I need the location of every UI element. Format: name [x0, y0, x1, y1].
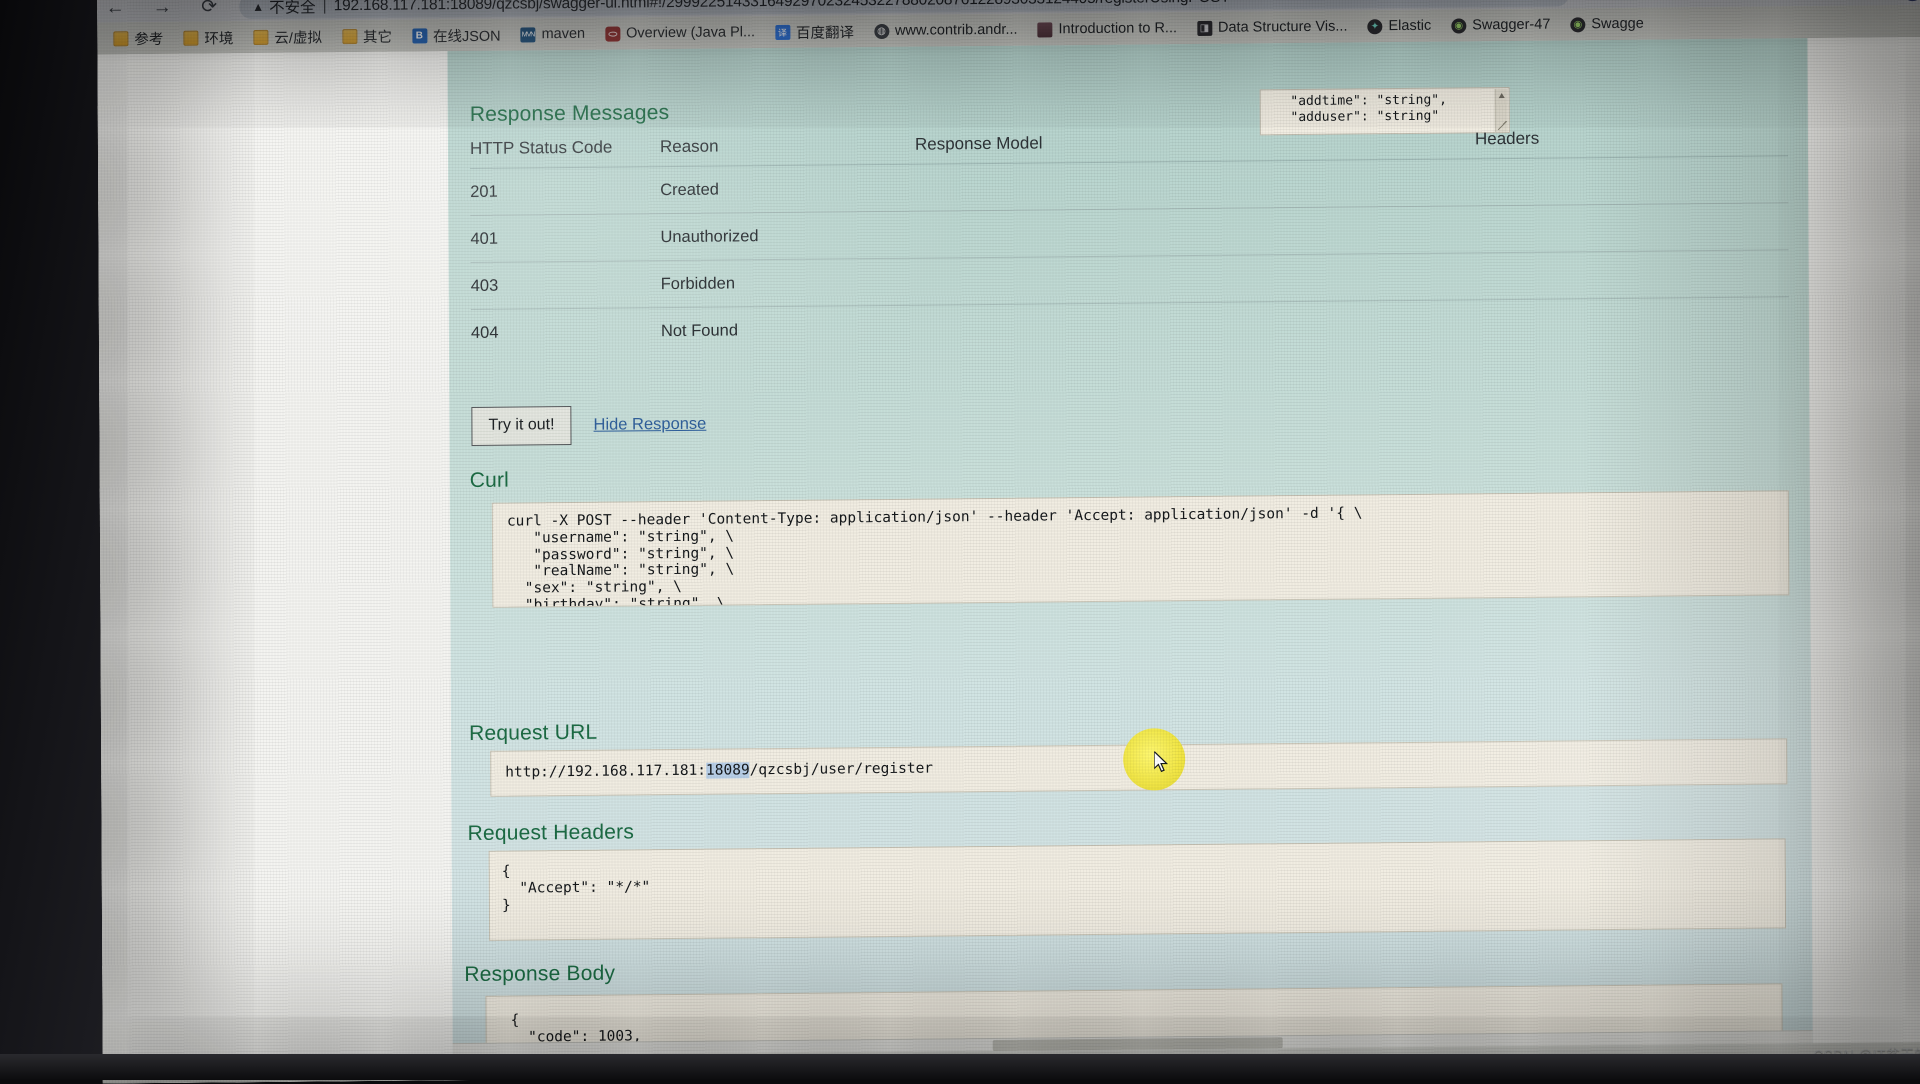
- bookmark-item[interactable]: Overview (Java Pl...: [595, 19, 765, 47]
- response-body-title: Response Body: [464, 962, 615, 987]
- cell-response-model: [916, 253, 1476, 305]
- folder-icon: [342, 29, 357, 44]
- cell-response-model: [916, 300, 1476, 352]
- warning-triangle-icon: ▲: [252, 0, 264, 14]
- cell-response-model: [915, 206, 1475, 258]
- page-right-gutter: [1807, 37, 1920, 1067]
- request-url-port-selected: 18089: [706, 762, 750, 778]
- bookmark-item[interactable]: Introduction to R...: [1027, 15, 1187, 43]
- java-icon: [605, 26, 620, 41]
- room-background-left: [0, 0, 112, 1080]
- bookmark-item[interactable]: 环境: [173, 24, 243, 51]
- bookmark-item[interactable]: B 在线JSON: [402, 22, 511, 49]
- bookmark-label: Elastic: [1388, 18, 1431, 34]
- column-headers: Headers: [1475, 126, 1788, 159]
- cell-reason: Created: [660, 164, 915, 213]
- photo-of-screen: ← → ⟳ ▲ 不安全 | 192.168.117.181:18089/qzcs…: [0, 0, 1920, 1080]
- cell-headers: [1475, 156, 1788, 206]
- cell-status-code: 404: [471, 308, 661, 356]
- bookmark-label: 环境: [204, 27, 233, 48]
- curl-command-block[interactable]: curl -X POST --header 'Content-Type: app…: [492, 490, 1789, 607]
- request-url-prefix: http://192.168.117.181:: [505, 763, 706, 781]
- maven-icon: MVN: [521, 27, 536, 42]
- profile-avatar[interactable]: w: [1902, 0, 1920, 1]
- cell-headers: [1475, 203, 1788, 253]
- baidu-icon: 译: [775, 24, 790, 39]
- bookmark-item[interactable]: ◨ Data Structure Vis...: [1187, 13, 1358, 41]
- curl-title: Curl: [470, 469, 509, 493]
- bookmark-label: 云/虚拟: [274, 26, 322, 47]
- omnibox-separator: |: [323, 0, 327, 15]
- globe-icon: ◍: [874, 23, 889, 38]
- swagger-icon: ◉: [1570, 17, 1585, 32]
- bookmark-label: Data Structure Vis...: [1218, 19, 1348, 36]
- cell-status-code: 403: [471, 261, 661, 310]
- cell-response-model: [915, 159, 1475, 211]
- cell-reason: Forbidden: [661, 258, 916, 307]
- bookmark-item[interactable]: ✦ Elastic: [1357, 13, 1441, 40]
- operation-actions: Try it out! Hide Response: [471, 405, 706, 446]
- bookmark-label: 在线JSON: [433, 24, 501, 46]
- bookmark-label: 参考: [134, 27, 163, 48]
- hide-response-link[interactable]: Hide Response: [593, 415, 706, 435]
- column-http-status-code: HTTP Status Code: [470, 137, 660, 168]
- bookmark-item[interactable]: 译 百度翻译: [765, 18, 864, 45]
- folder-icon: [113, 31, 128, 46]
- arrow-left-icon[interactable]: ←: [103, 0, 127, 20]
- cell-headers: [1476, 250, 1789, 300]
- browser-window: ← → ⟳ ▲ 不安全 | 192.168.117.181:18089/qzcs…: [97, 0, 1920, 1084]
- cast-icon[interactable]: ▣: [1752, 0, 1768, 1]
- request-url-title: Request URL: [469, 721, 597, 746]
- bookmark-label: Swagger-47: [1472, 17, 1550, 34]
- bookmark-label: www.contrib.andr...: [895, 22, 1018, 39]
- try-it-out-button[interactable]: Try it out!: [471, 406, 571, 446]
- cell-headers: [1476, 297, 1789, 347]
- response-messages-table: HTTP Status Code Reason Response Model H…: [470, 126, 1789, 356]
- bookmark-item[interactable]: 参考: [103, 25, 173, 52]
- bookmark-item[interactable]: 其它: [332, 23, 402, 50]
- bookmark-label: 百度翻译: [796, 21, 854, 43]
- cell-status-code: 401: [470, 214, 660, 263]
- elastic-icon: ✦: [1367, 19, 1382, 34]
- request-url-suffix: /qzcsbj/user/register: [750, 761, 933, 779]
- desk-edge: [0, 1054, 1920, 1080]
- bookmark-label: Introduction to R...: [1058, 20, 1177, 37]
- navigation-buttons: ← → ⟳: [97, 0, 221, 20]
- bookmark-item[interactable]: 云/虚拟: [243, 23, 332, 50]
- cell-status-code: 201: [470, 167, 660, 216]
- response-messages-section: Response Messages HTTP Status Code Reaso…: [470, 90, 1789, 356]
- request-headers-title: Request Headers: [468, 820, 635, 846]
- bookmark-label: Swagge: [1591, 16, 1643, 33]
- swagger-icon: ◉: [1451, 18, 1466, 33]
- folder-icon: [183, 30, 198, 45]
- bookmark-item[interactable]: ◍ www.contrib.andr...: [864, 17, 1028, 45]
- page-content: "addtime": "string", "adduser": "string"…: [97, 37, 1920, 1084]
- bookmark-label: 其它: [363, 25, 392, 46]
- request-headers-block[interactable]: { "Accept": "*/*" }: [489, 838, 1786, 940]
- book-icon: [1037, 22, 1052, 37]
- folder-icon: [253, 29, 268, 44]
- cell-reason: Not Found: [661, 305, 916, 354]
- column-reason: Reason: [660, 135, 915, 167]
- reload-icon[interactable]: ⟳: [197, 0, 221, 19]
- arrow-right-icon[interactable]: →: [150, 0, 174, 20]
- cell-reason: Unauthorized: [660, 211, 915, 260]
- page-left-gutter: [97, 51, 452, 1083]
- datastructure-icon: ◨: [1197, 20, 1212, 35]
- bookmark-label: Overview (Java Pl...: [626, 24, 755, 41]
- json-icon: B: [412, 28, 427, 43]
- toolbar-right-icons: ▣ ⤴ ★ ✤ w: [1752, 0, 1920, 3]
- bookmark-item[interactable]: ◉ Swagge: [1560, 11, 1654, 38]
- insecure-label: 不安全: [269, 0, 316, 17]
- bookmark-item[interactable]: MVN maven: [511, 21, 596, 48]
- bookmark-item[interactable]: ◉ Swagger-47: [1441, 11, 1560, 38]
- bookmark-label: maven: [542, 26, 586, 42]
